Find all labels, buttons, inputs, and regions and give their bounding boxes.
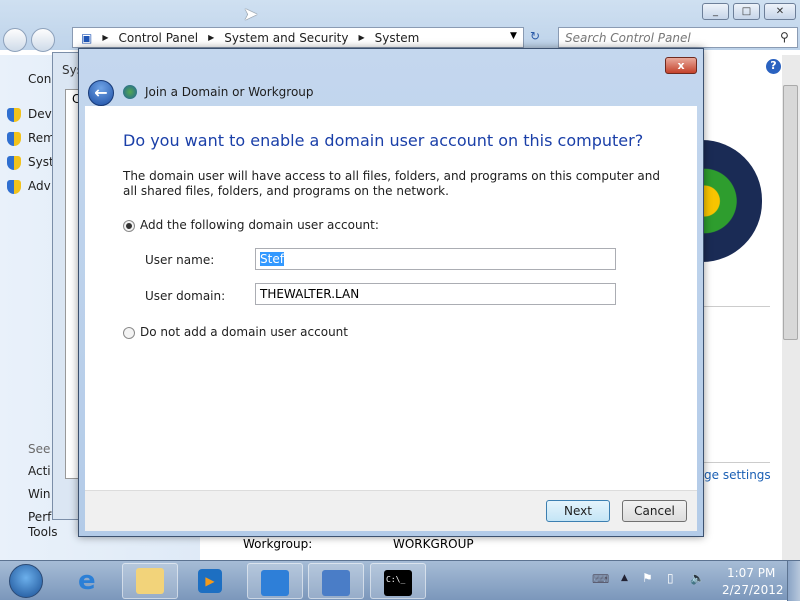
- breadcrumb-sep: ▶: [358, 33, 365, 42]
- shield-icon: [7, 156, 21, 170]
- cancel-button[interactable]: Cancel: [622, 500, 687, 522]
- address-bar[interactable]: ▣ ▶ Control Panel ▶ System and Security …: [72, 27, 524, 48]
- see-link-windows-update[interactable]: Win: [28, 487, 51, 501]
- breadcrumb-system-security[interactable]: System and Security: [224, 31, 348, 45]
- user-domain-input[interactable]: THEWALTER.LAN: [255, 283, 616, 305]
- left-link-advanced[interactable]: Adv: [28, 179, 51, 193]
- dialog-content: Do you want to enable a domain user acco…: [85, 106, 697, 490]
- breadcrumb-sep: ▶: [208, 33, 215, 42]
- taskbar-command-prompt[interactable]: C:\_: [370, 563, 426, 599]
- user-name-input[interactable]: Stef: [255, 248, 616, 270]
- control-panel-icon: [261, 570, 289, 596]
- taskbar-explorer[interactable]: [122, 563, 178, 599]
- shield-icon: [7, 132, 21, 146]
- see-also-heading: See: [28, 442, 51, 456]
- search-input[interactable]: Search Control Panel: [558, 27, 798, 48]
- back-nav-button[interactable]: [3, 28, 27, 52]
- refresh-icon[interactable]: ↻: [530, 29, 540, 43]
- breadcrumb-system[interactable]: System: [375, 31, 420, 45]
- control-panel-home-link[interactable]: Con: [28, 72, 51, 86]
- shield-icon: [7, 108, 21, 122]
- breadcrumb-sep: ▶: [102, 33, 109, 42]
- system-computer-icon: [322, 570, 350, 596]
- scrollbar[interactable]: [782, 55, 800, 560]
- user-name-value: Stef: [260, 252, 284, 266]
- address-dropdown-icon[interactable]: ▼: [510, 31, 517, 41]
- next-button[interactable]: Next: [546, 500, 610, 522]
- change-settings-link[interactable]: ge settings: [704, 468, 771, 482]
- keyboard-icon[interactable]: ⌨: [592, 572, 609, 586]
- folder-icon: [136, 568, 164, 594]
- shield-icon: [7, 180, 21, 194]
- start-button[interactable]: [9, 564, 43, 598]
- show-desktop-button[interactable]: [787, 561, 800, 601]
- no-domain-user-radio[interactable]: [123, 327, 135, 339]
- see-link-performance[interactable]: Perf: [28, 510, 51, 524]
- dialog-footer: Next Cancel: [85, 490, 697, 531]
- taskbar: e ▶ C:\_ ⌨ ▲ ⚑ ▯ 🔈 1:07 PM 2/27/2012: [0, 560, 800, 601]
- add-domain-user-label[interactable]: Add the following domain user account:: [140, 218, 379, 232]
- dialog-heading: Do you want to enable a domain user acco…: [123, 131, 644, 150]
- join-domain-dialog: x ← Join a Domain or Workgroup Do you wa…: [78, 48, 704, 537]
- divider: [700, 462, 770, 463]
- user-domain-label: User domain:: [145, 289, 226, 303]
- back-arrow-icon[interactable]: ←: [88, 80, 114, 106]
- no-domain-user-label[interactable]: Do not add a domain user account: [140, 325, 348, 339]
- console-icon: C:\_: [384, 570, 412, 596]
- maximize-button[interactable]: □: [733, 3, 760, 20]
- taskbar-system[interactable]: [308, 563, 364, 599]
- action-center-flag-icon[interactable]: ⚑: [642, 571, 653, 585]
- workgroup-label: Workgroup:: [243, 537, 313, 551]
- taskbar-control-panel[interactable]: [247, 563, 303, 599]
- breadcrumb-control-panel[interactable]: Control Panel: [119, 31, 199, 45]
- dialog-title: Join a Domain or Workgroup: [145, 85, 314, 99]
- left-link-remote[interactable]: Rem: [28, 131, 55, 145]
- computer-icon: ▣: [81, 30, 93, 45]
- forward-nav-button[interactable]: [31, 28, 55, 52]
- network-user-icon: [123, 85, 137, 99]
- left-link-system-protection[interactable]: Syst: [28, 155, 54, 169]
- show-hidden-icons[interactable]: ▲: [621, 573, 628, 583]
- workgroup-value: WORKGROUP: [393, 537, 474, 551]
- dialog-close-button[interactable]: x: [665, 57, 697, 74]
- add-domain-user-radio[interactable]: [123, 220, 135, 232]
- help-icon[interactable]: ?: [766, 59, 781, 74]
- close-button[interactable]: ✕: [764, 3, 796, 20]
- clock-time[interactable]: 1:07 PM: [727, 566, 775, 580]
- mouse-cursor-icon: ➤: [243, 4, 259, 25]
- see-link-tools[interactable]: Tools: [28, 525, 58, 539]
- network-icon[interactable]: ▯: [667, 571, 674, 585]
- dialog-description: The domain user will have access to all …: [123, 169, 660, 198]
- see-link-action-center[interactable]: Acti: [28, 464, 51, 478]
- divider: [700, 306, 770, 307]
- search-icon[interactable]: ⚲: [780, 30, 789, 44]
- internet-explorer-icon[interactable]: e: [78, 567, 96, 595]
- scrollbar-thumb[interactable]: [783, 85, 798, 340]
- left-link-device-manager[interactable]: Dev: [28, 107, 52, 121]
- media-player-icon[interactable]: ▶: [198, 569, 222, 593]
- volume-icon[interactable]: 🔈: [690, 571, 705, 585]
- user-name-label: User name:: [145, 253, 215, 267]
- minimize-button[interactable]: _: [702, 3, 729, 20]
- clock-date[interactable]: 2/27/2012: [722, 583, 784, 597]
